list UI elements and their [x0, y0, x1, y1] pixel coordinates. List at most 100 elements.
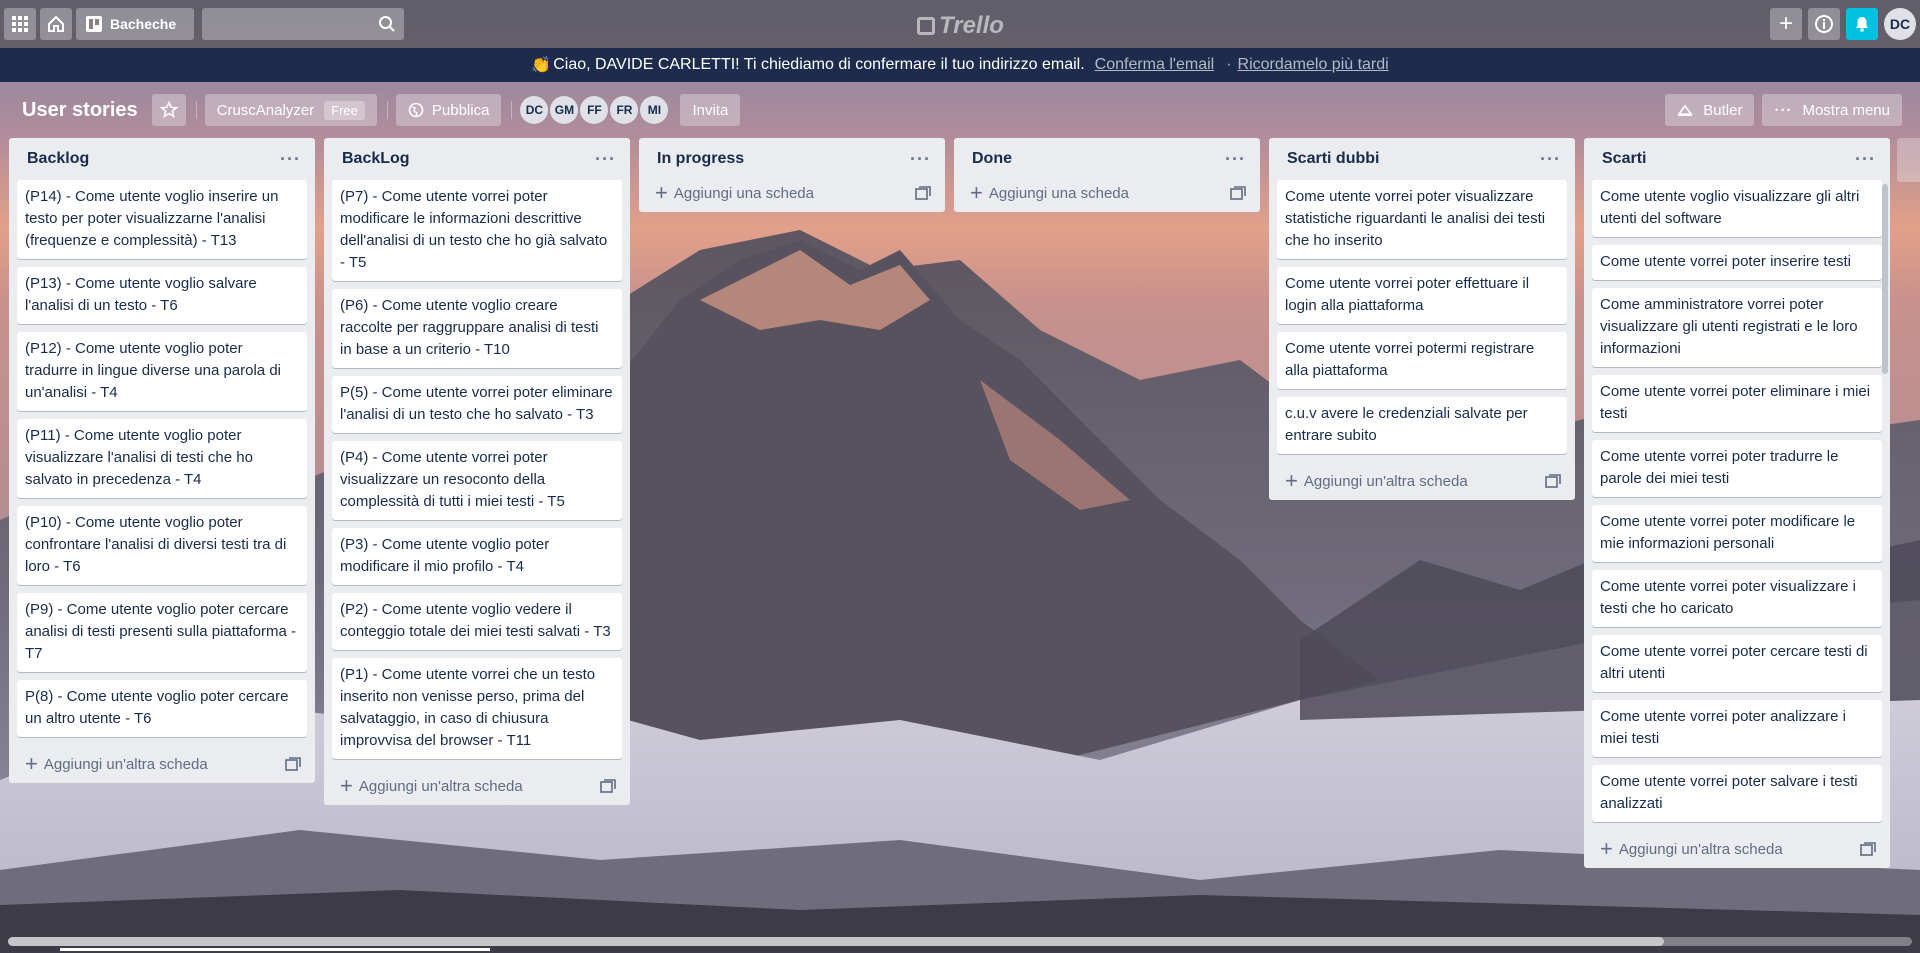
globe-icon [408, 102, 424, 118]
banner-separator: · [1226, 56, 1232, 73]
card[interactable]: (P10) - Come utente voglio poter confron… [17, 506, 307, 585]
card[interactable]: Come utente vorrei poter salvare i testi… [1592, 765, 1882, 822]
card[interactable]: Come utente vorrei poter cercare testi d… [1592, 635, 1882, 692]
card[interactable]: Come utente vorrei potermi registrare al… [1277, 332, 1567, 389]
add-card-button[interactable]: + Aggiungi un'altra scheda [25, 753, 208, 775]
trello-logo-icon [917, 17, 935, 35]
plus-icon: + [25, 751, 38, 776]
show-menu-label: Mostra menu [1802, 101, 1890, 119]
add-card-button[interactable]: + Aggiungi un'altra scheda [1285, 470, 1468, 492]
member-avatar[interactable]: GM [550, 96, 579, 124]
list-title[interactable]: BackLog [342, 150, 410, 168]
list-backlog: Backlog ··· (P14) - Come utente voglio i… [9, 138, 315, 783]
add-card-button[interactable]: + Aggiungi una scheda [970, 182, 1129, 204]
trello-logo[interactable]: Trello [917, 12, 1004, 40]
member-avatar[interactable]: FF [580, 96, 609, 124]
card[interactable]: (P6) - Come utente voglio creare raccolt… [332, 289, 622, 368]
card[interactable]: Come utente voglio visualizzare gli altr… [1592, 180, 1882, 237]
list-menu-icon[interactable]: ··· [1540, 149, 1561, 170]
visibility-label: Pubblica [431, 101, 490, 119]
info-button[interactable] [1808, 8, 1840, 40]
list-title[interactable]: Backlog [27, 150, 89, 168]
add-card-button[interactable]: + Aggiungi un'altra scheda [1600, 838, 1783, 860]
add-card-button[interactable]: + Aggiungi un'altra scheda [340, 775, 523, 797]
list-menu-icon[interactable]: ··· [280, 149, 301, 170]
card[interactable]: (P11) - Come utente voglio poter visuali… [17, 419, 307, 498]
template-icon[interactable] [1860, 842, 1876, 856]
card[interactable]: (P2) - Come utente voglio vedere il cont… [332, 593, 622, 650]
apps-button[interactable] [4, 8, 36, 40]
team-button[interactable]: CruscAnalyzer Free [204, 94, 377, 126]
member-avatar[interactable]: FR [610, 96, 639, 124]
template-icon[interactable] [285, 757, 301, 771]
search-input[interactable] [202, 8, 404, 40]
home-icon [48, 15, 64, 32]
card[interactable]: c.u.v avere le credenziali salvate per e… [1277, 397, 1567, 454]
boards-label: Bacheche [110, 16, 177, 32]
list-title[interactable]: Done [972, 150, 1012, 168]
board-icon [86, 16, 102, 32]
list-menu-icon[interactable]: ··· [1855, 149, 1876, 170]
card[interactable]: (P9) - Come utente voglio poter cercare … [17, 593, 307, 672]
bell-icon [1856, 17, 1868, 32]
confirm-email-link[interactable]: Conferma l'email [1095, 56, 1215, 74]
butler-button[interactable]: Butler [1665, 94, 1755, 126]
template-icon[interactable] [1230, 186, 1246, 200]
remind-later-link[interactable]: Ricordamelo più tardi [1238, 56, 1389, 74]
board-title[interactable]: User stories [22, 99, 138, 122]
member-avatar[interactable]: MI [640, 96, 669, 124]
card[interactable]: (P1) - Come utente vorrei che un testo i… [332, 658, 622, 759]
template-icon[interactable] [600, 779, 616, 793]
card[interactable]: (P12) - Come utente voglio poter tradurr… [17, 332, 307, 411]
add-card-label: Aggiungi un'altra scheda [1303, 472, 1468, 490]
butler-icon [1677, 104, 1693, 116]
boards-button[interactable]: Bacheche [76, 8, 194, 40]
card[interactable]: Come amministratore vorrei poter visuali… [1592, 288, 1882, 367]
card[interactable]: Come utente vorrei poter visualizzare st… [1277, 180, 1567, 259]
scrollbar-thumb[interactable] [8, 937, 1664, 946]
card[interactable]: P(8) - Come utente voglio poter cercare … [17, 680, 307, 737]
visibility-button[interactable]: Pubblica [395, 94, 502, 126]
add-card-label: Aggiungi una scheda [988, 184, 1129, 202]
star-icon [159, 101, 178, 119]
board-horizontal-scrollbar[interactable] [0, 934, 1920, 946]
card[interactable]: Come utente vorrei poter modificare le m… [1592, 505, 1882, 562]
card[interactable]: P(5) - Come utente vorrei poter eliminar… [332, 376, 622, 433]
invite-button[interactable]: Invita [680, 94, 741, 126]
user-avatar[interactable]: DC [1884, 8, 1916, 40]
card[interactable]: (P14) - Come utente voglio inserire un t… [17, 180, 307, 259]
card[interactable]: Come utente vorrei poter analizzare i mi… [1592, 700, 1882, 757]
header-divider [511, 101, 513, 119]
notifications-button[interactable] [1846, 8, 1878, 40]
member-avatar[interactable]: DC [520, 96, 549, 124]
show-menu-button[interactable]: ··· Mostra menu [1762, 94, 1902, 126]
card[interactable]: Come utente vorrei poter tradurre le par… [1592, 440, 1882, 497]
list-menu-icon[interactable]: ··· [910, 149, 931, 170]
add-list-button[interactable] [1897, 138, 1920, 182]
card[interactable]: Come utente vorrei poter visualizzare i … [1592, 570, 1882, 627]
add-card-label: Aggiungi un'altra scheda [358, 777, 523, 795]
list-scarti: Scarti ··· Come utente voglio visualizza… [1584, 138, 1890, 868]
list-title[interactable]: Scarti [1602, 150, 1646, 168]
template-icon[interactable] [915, 186, 931, 200]
home-button[interactable] [40, 8, 72, 40]
search-icon [379, 16, 395, 32]
create-button[interactable]: + [1770, 8, 1802, 40]
card[interactable]: Come utente vorrei poter effettuare il l… [1277, 267, 1567, 324]
template-icon[interactable] [1545, 474, 1561, 488]
list-title[interactable]: In progress [657, 150, 744, 168]
list-in-progress: In progress ··· + Aggiungi una scheda [639, 138, 945, 212]
list-menu-icon[interactable]: ··· [595, 149, 616, 170]
card[interactable]: (P3) - Come utente voglio poter modifica… [332, 528, 622, 585]
card[interactable]: (P4) - Come utente vorrei poter visualiz… [332, 441, 622, 520]
list-menu-icon[interactable]: ··· [1225, 149, 1246, 170]
card[interactable]: Come utente vorrei poter eliminare i mie… [1592, 375, 1882, 432]
plus-icon: + [1600, 836, 1613, 861]
add-card-button[interactable]: + Aggiungi una scheda [655, 182, 814, 204]
card[interactable]: Come utente vorrei poter inserire testi [1592, 245, 1882, 280]
list-title[interactable]: Scarti dubbi [1287, 150, 1379, 168]
card[interactable]: (P7) - Come utente vorrei poter modifica… [332, 180, 622, 281]
list-scrollbar[interactable] [1882, 184, 1888, 374]
card[interactable]: (P13) - Come utente voglio salvare l'ana… [17, 267, 307, 324]
star-button[interactable] [151, 94, 186, 126]
